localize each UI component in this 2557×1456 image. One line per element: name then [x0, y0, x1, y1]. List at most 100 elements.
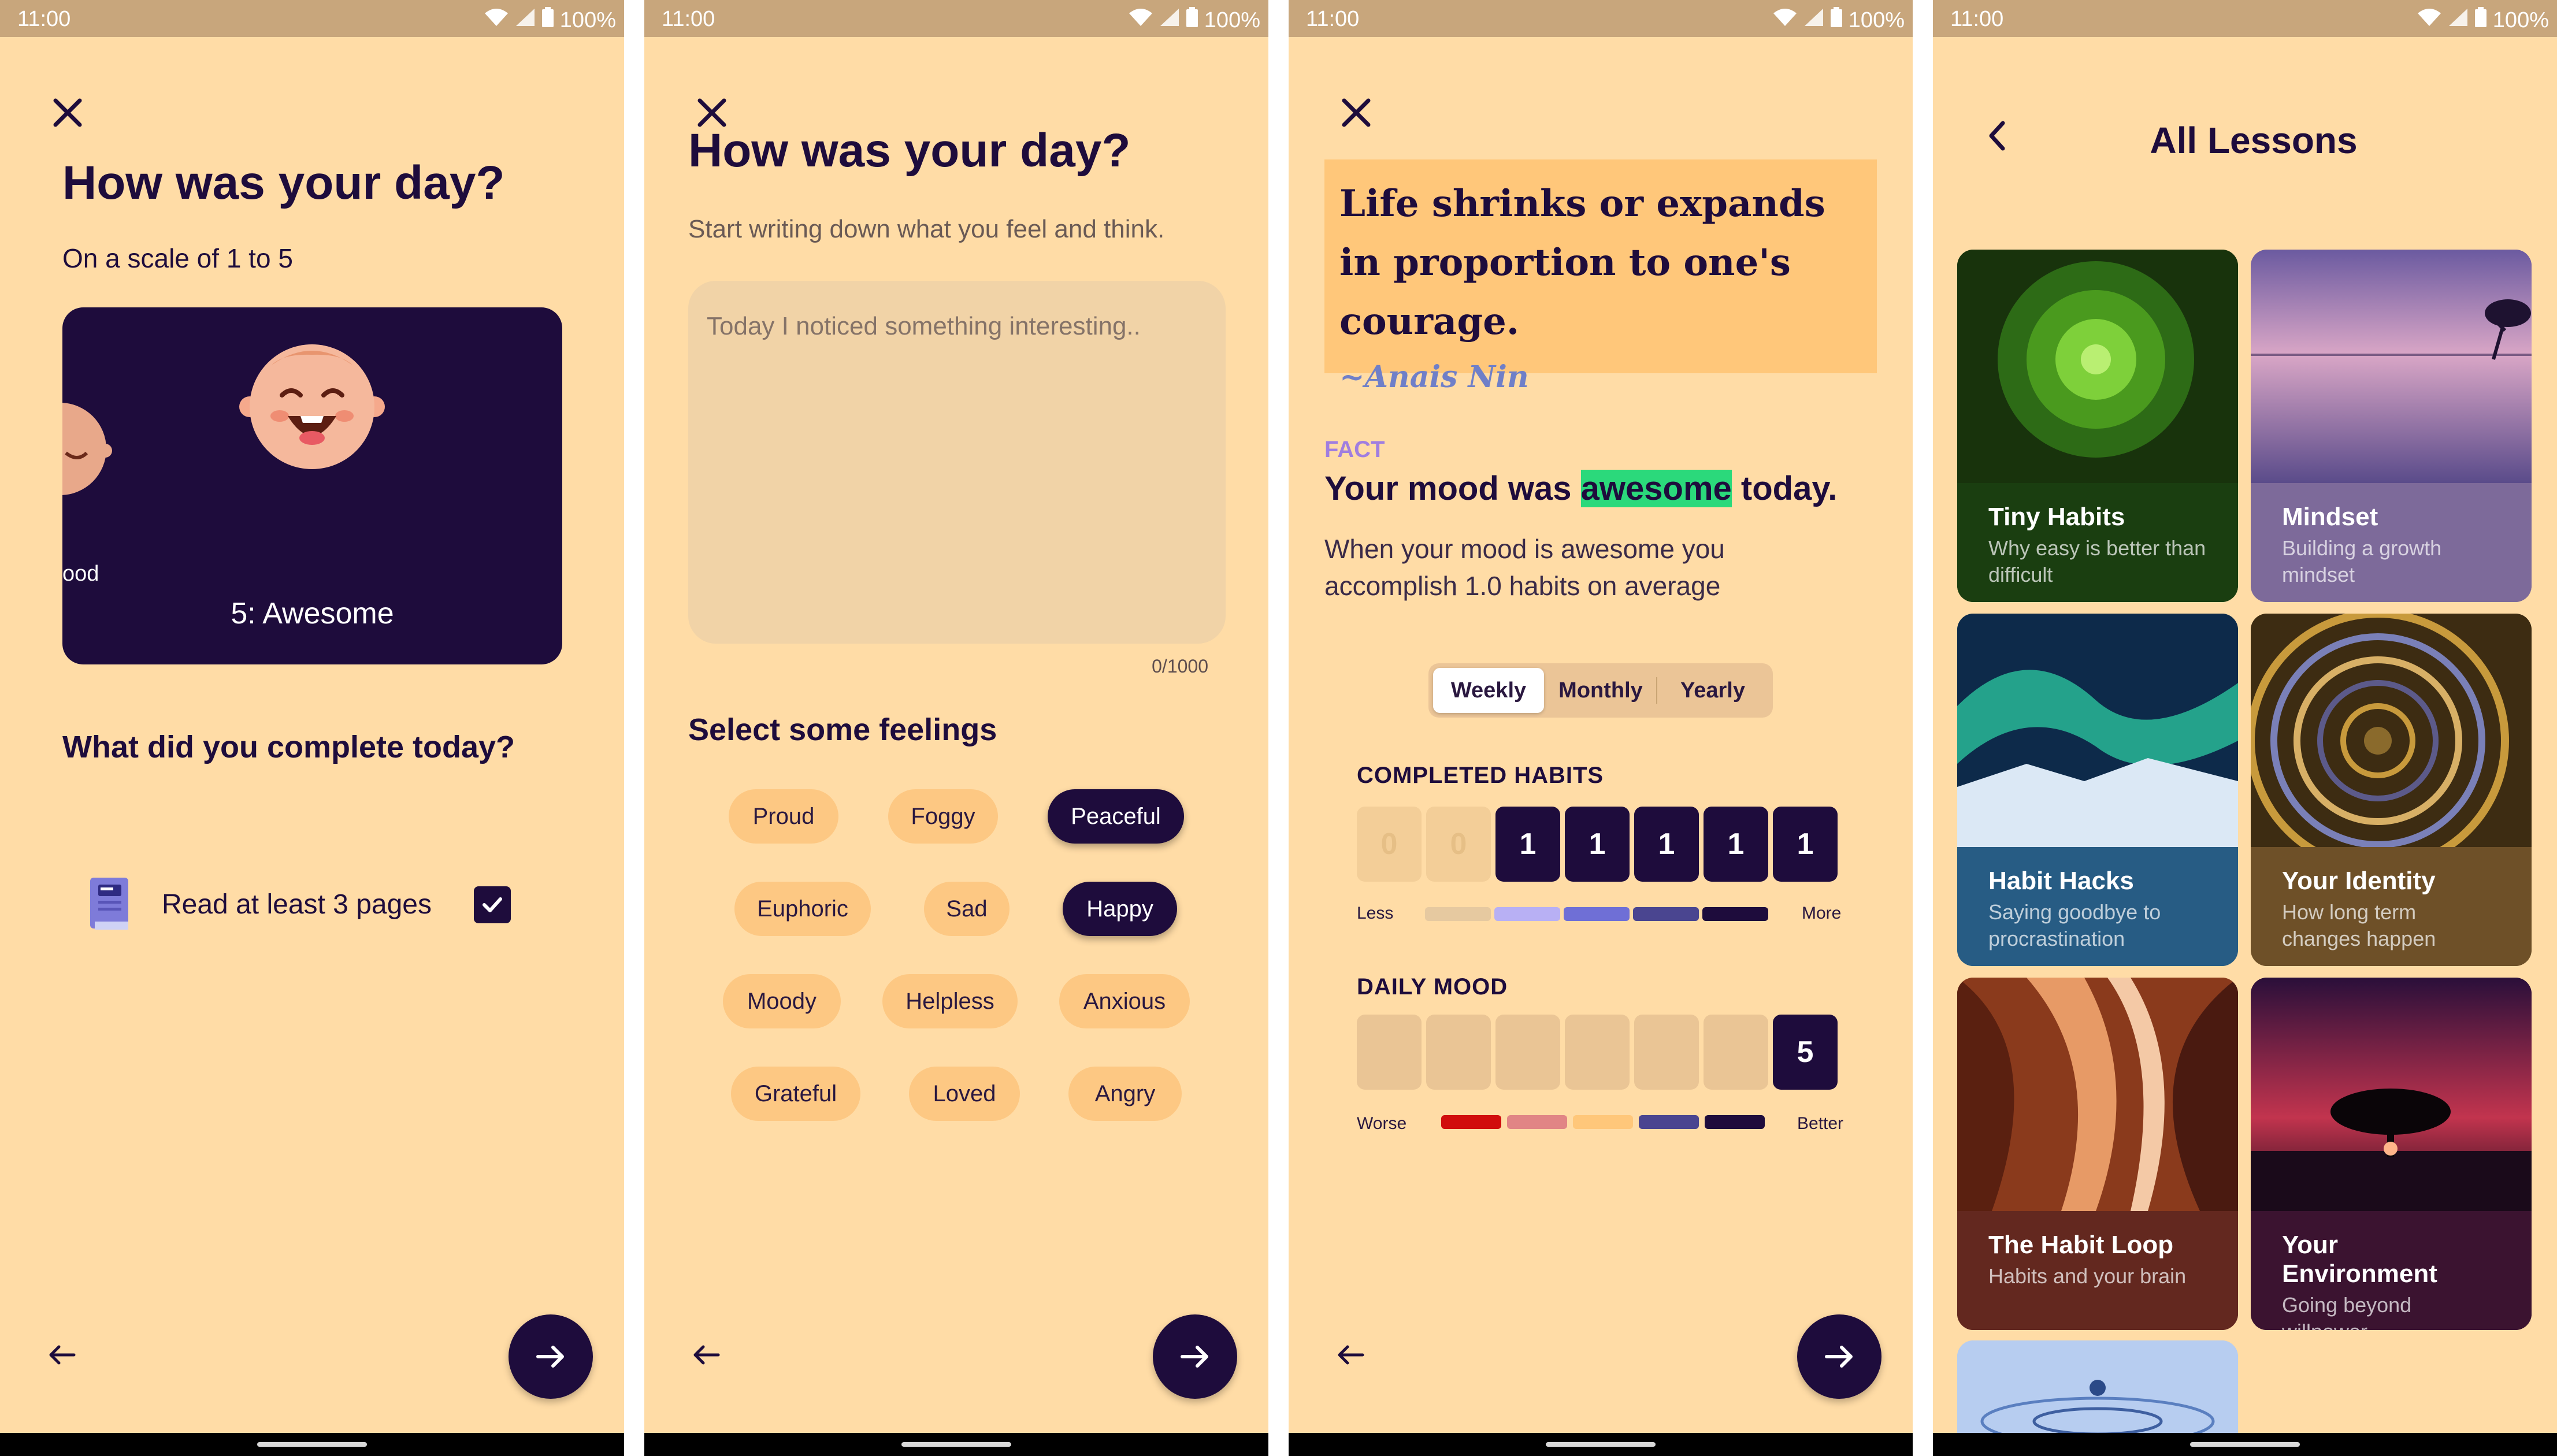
lesson-image — [1957, 614, 2238, 847]
period-segmented-control: Weekly Monthly Yearly — [1428, 663, 1773, 718]
lesson-image — [2251, 978, 2532, 1211]
back-button[interactable] — [686, 1335, 726, 1375]
close-button[interactable] — [1336, 92, 1376, 133]
page-title: How was your day? — [688, 124, 1131, 177]
feeling-chip[interactable]: Grateful — [731, 1067, 860, 1121]
lesson-title: Mindset — [2282, 503, 2378, 531]
habit-cell: 0 — [1357, 807, 1422, 882]
habit-cell: 1 — [1773, 807, 1838, 882]
arrow-left-icon — [49, 1345, 76, 1365]
feeling-chip[interactable]: Helpless — [882, 974, 1018, 1028]
character-counter: 0/1000 — [1152, 656, 1208, 677]
mood-highlight: awesome — [1580, 470, 1732, 507]
feeling-chip[interactable]: Moody — [723, 974, 841, 1028]
lesson-image — [1957, 250, 2238, 483]
lesson-title: Your Environment — [2282, 1231, 2437, 1288]
feeling-chip-selected[interactable]: Happy — [1063, 882, 1177, 936]
fact-title-text: Your mood was — [1324, 470, 1581, 507]
lesson-title: Your Identity — [2282, 867, 2436, 895]
signal-icon — [515, 8, 536, 33]
period-weekly[interactable]: Weekly — [1433, 668, 1544, 713]
habit-scale-3 — [1564, 907, 1630, 921]
lesson-description: Going beyond willpower — [2282, 1293, 2412, 1330]
mood-scale-3 — [1573, 1115, 1633, 1129]
journal-textarea[interactable]: Today I noticed something interesting.. — [688, 281, 1226, 644]
next-button[interactable] — [509, 1314, 593, 1399]
status-time: 11:00 — [1306, 7, 1360, 31]
feeling-chip[interactable]: Proud — [729, 789, 838, 844]
feeling-chip[interactable]: Anxious — [1059, 974, 1190, 1028]
system-nav-bar — [644, 1433, 1268, 1456]
close-icon — [53, 98, 82, 127]
habit-cell: 1 — [1704, 807, 1768, 882]
battery-icon — [2474, 7, 2487, 34]
home-indicator[interactable] — [2190, 1442, 2300, 1447]
habit-label: Read at least 3 pages — [162, 889, 432, 920]
system-nav-bar — [1933, 1433, 2557, 1456]
lesson-card[interactable]: The Habit Loop Habits and your brain — [1957, 978, 2238, 1330]
lesson-description: How long term changes happen — [2282, 900, 2436, 950]
status-bar: 11:00 100% — [0, 0, 624, 37]
mood-cell — [1357, 1015, 1422, 1090]
battery-percent: 100% — [1848, 8, 1905, 32]
mood-cell — [1565, 1015, 1630, 1090]
arrow-left-icon — [693, 1345, 720, 1365]
screen-journal: 11:00 100% How was your day? Start writi… — [644, 0, 1268, 1456]
battery-percent: 100% — [559, 8, 616, 32]
feeling-chip[interactable]: Foggy — [888, 789, 998, 844]
fact-title: Your mood was awesome today. — [1324, 469, 1837, 508]
arrow-right-icon — [1181, 1346, 1208, 1368]
close-button[interactable] — [47, 92, 88, 133]
period-monthly[interactable]: Monthly — [1545, 668, 1656, 713]
feeling-chip[interactable]: Angry — [1068, 1067, 1182, 1121]
signal-icon — [1159, 8, 1180, 33]
worse-label: Worse — [1357, 1114, 1407, 1133]
lesson-meta: Your Identity How long term changes happ… — [2251, 847, 2532, 966]
habit-cell: 0 — [1426, 807, 1491, 882]
back-button[interactable] — [1330, 1335, 1371, 1375]
page-subtitle: Start writing down what you feel and thi… — [688, 215, 1165, 243]
signal-icon — [1803, 8, 1824, 33]
mood-selector-card[interactable]: ood 5: Awesome — [62, 307, 562, 664]
better-label: Better — [1797, 1114, 1844, 1133]
fact-label: FACT — [1324, 437, 1385, 462]
feeling-chip[interactable]: Euphoric — [734, 882, 871, 936]
habit-cell: 1 — [1495, 807, 1560, 882]
lesson-image — [2251, 614, 2532, 847]
more-label: More — [1802, 904, 1842, 923]
mood-scale-1 — [1441, 1115, 1501, 1129]
back-button[interactable] — [42, 1335, 82, 1375]
next-button[interactable] — [1797, 1314, 1881, 1399]
habit-scale-5 — [1702, 907, 1768, 921]
feelings-title: Select some feelings — [688, 712, 997, 747]
feeling-chip[interactable]: Loved — [909, 1067, 1020, 1121]
period-yearly[interactable]: Yearly — [1657, 668, 1768, 713]
feeling-chip[interactable]: Sad — [924, 882, 1010, 936]
feeling-chip-selected[interactable]: Peaceful — [1048, 789, 1184, 844]
habit-checkbox[interactable] — [474, 886, 511, 923]
page-subtitle: On a scale of 1 to 5 — [62, 243, 293, 273]
mood-cell — [1634, 1015, 1699, 1090]
lesson-card[interactable]: Habit Hacks Saying goodbye to procrastin… — [1957, 614, 2238, 966]
lesson-card[interactable]: Your Environment Going beyond willpower — [2251, 978, 2532, 1330]
mood-cell — [1495, 1015, 1560, 1090]
previous-mood-face-icon[interactable] — [62, 400, 112, 498]
lesson-meta: Your Environment Going beyond willpower — [2251, 1211, 2532, 1330]
lesson-meta: The Habit Loop Habits and your brain — [1957, 1211, 2238, 1330]
lesson-card[interactable]: Your Identity How long term changes happ… — [2251, 614, 2532, 966]
lesson-card[interactable]: Tiny Habits Why easy is better than diff… — [1957, 250, 2238, 602]
lesson-description: Habits and your brain — [1988, 1264, 2187, 1288]
lesson-card[interactable]: Mindset Building a growth mindset — [2251, 250, 2532, 602]
habits-question: What did you complete today? — [62, 730, 515, 764]
status-time: 11:00 — [17, 7, 71, 31]
next-button[interactable] — [1153, 1314, 1237, 1399]
home-indicator[interactable] — [901, 1442, 1011, 1447]
battery-icon — [1186, 7, 1198, 34]
wifi-icon — [2417, 8, 2442, 33]
habit-item[interactable]: Read at least 3 pages — [87, 872, 526, 936]
previous-mood-label: ood — [62, 562, 99, 586]
mood-value-label: 5: Awesome — [231, 597, 394, 630]
home-indicator[interactable] — [257, 1442, 367, 1447]
home-indicator[interactable] — [1546, 1442, 1656, 1447]
close-icon — [1342, 98, 1371, 127]
